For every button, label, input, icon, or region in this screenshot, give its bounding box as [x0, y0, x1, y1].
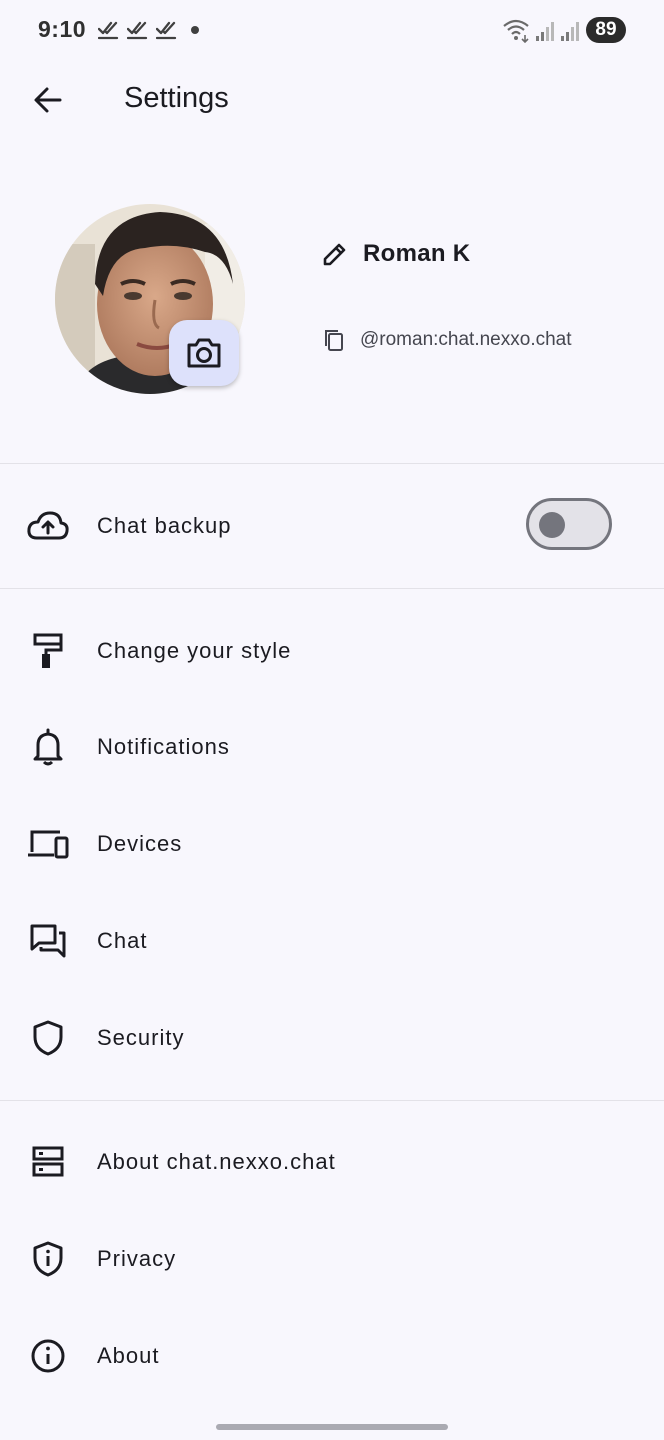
chat-backup-item[interactable]: Chat backup	[0, 478, 664, 574]
devices-icon	[24, 822, 72, 866]
profile-section: Roman K @roman:chat.nexxo.chat	[0, 140, 664, 462]
menu-item-security[interactable]: Security	[0, 990, 664, 1086]
forum-icon	[24, 919, 72, 963]
menu-item-chat[interactable]: Chat	[0, 893, 664, 989]
done-all-icon	[156, 21, 177, 40]
done-all-icon	[127, 21, 148, 40]
menu-item-about-server[interactable]: About chat.nexxo.chat	[0, 1114, 664, 1210]
pencil-icon	[323, 243, 346, 266]
menu-item-label: Chat	[97, 928, 148, 953]
wifi-icon	[503, 19, 529, 43]
signal-icon	[536, 22, 554, 41]
shield-icon	[24, 1016, 72, 1060]
signal-icon	[561, 22, 579, 41]
privacy-shield-icon	[24, 1237, 72, 1281]
back-button[interactable]	[22, 76, 74, 124]
user-id: @roman:chat.nexxo.chat	[360, 329, 572, 350]
notification-dot-icon	[191, 26, 199, 34]
battery-indicator: 89	[586, 17, 626, 43]
menu-item-change-your-style[interactable]: Change your style	[0, 603, 664, 699]
menu-item-devices[interactable]: Devices	[0, 796, 664, 892]
display-name-row[interactable]: Roman K	[322, 240, 470, 268]
page-title: Settings	[124, 82, 229, 114]
user-id-row[interactable]: @roman:chat.nexxo.chat	[322, 328, 572, 352]
menu-item-about[interactable]: About	[0, 1308, 664, 1404]
menu-item-label: Devices	[97, 831, 183, 856]
done-all-icon	[98, 21, 119, 40]
display-name: Roman K	[363, 240, 471, 267]
menu-item-label: Change your style	[97, 638, 292, 663]
menu-item-privacy[interactable]: Privacy	[0, 1211, 664, 1307]
divider	[0, 588, 664, 589]
divider	[0, 1100, 664, 1101]
divider	[0, 463, 664, 464]
cloud-upload-icon	[24, 504, 72, 548]
camera-icon	[187, 338, 221, 368]
chat-backup-toggle[interactable]	[526, 498, 612, 550]
menu-item-label: Security	[97, 1025, 185, 1050]
bell-icon	[24, 725, 72, 769]
menu-item-label: Notifications	[97, 734, 230, 759]
paint-roller-icon	[24, 629, 72, 673]
app-bar: Settings	[0, 60, 664, 140]
dns-icon	[24, 1140, 72, 1184]
change-avatar-button[interactable]	[169, 320, 239, 386]
status-bar: 9:10 89	[0, 0, 664, 60]
menu-item-label: About	[97, 1343, 160, 1368]
toggle-thumb	[539, 512, 565, 538]
chat-backup-label: Chat backup	[97, 513, 232, 538]
copy-icon	[325, 330, 343, 351]
info-icon	[24, 1334, 72, 1378]
arrow-back-icon	[34, 87, 62, 113]
menu-item-notifications[interactable]: Notifications	[0, 699, 664, 795]
status-time: 9:10	[38, 16, 87, 42]
menu-item-label: Privacy	[97, 1246, 177, 1271]
gesture-navigation-bar[interactable]	[216, 1424, 448, 1430]
menu-item-label: About chat.nexxo.chat	[97, 1149, 336, 1174]
